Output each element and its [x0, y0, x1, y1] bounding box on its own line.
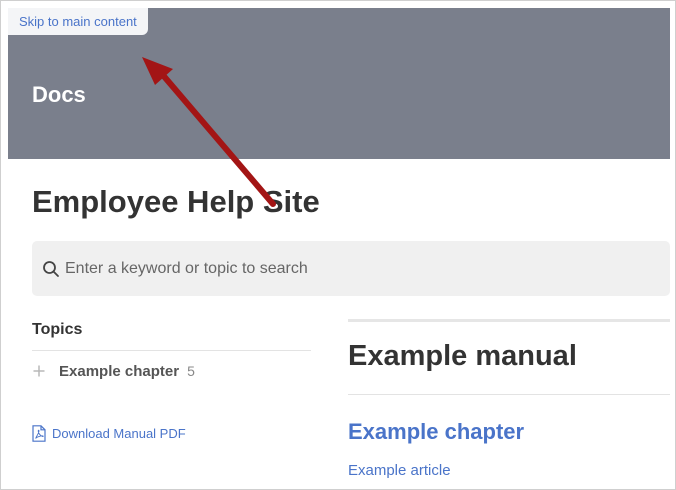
- content-top-divider: [348, 319, 670, 322]
- article-link[interactable]: Example article: [348, 462, 670, 479]
- topic-item-example-chapter[interactable]: Example chapter 5: [32, 351, 311, 391]
- plus-icon[interactable]: [32, 364, 46, 378]
- topic-label[interactable]: Example chapter: [59, 363, 179, 380]
- search-icon: [41, 259, 61, 279]
- search-input[interactable]: [65, 253, 625, 284]
- browser-viewport: Skip to main content Docs Employee Help …: [0, 0, 676, 490]
- skip-to-main-content-link[interactable]: Skip to main content: [8, 8, 148, 35]
- topic-count: 5: [187, 363, 195, 379]
- search-bar[interactable]: [32, 241, 670, 296]
- topics-heading: Topics: [32, 319, 311, 351]
- page-title: Employee Help Site: [32, 184, 320, 219]
- download-manual-pdf-link[interactable]: Download Manual PDF: [32, 425, 311, 442]
- topics-sidebar: Topics Example chapter 5 Download Manual…: [32, 319, 311, 442]
- docs-home-link[interactable]: Docs: [32, 82, 86, 108]
- content-divider: [348, 394, 670, 395]
- download-label[interactable]: Download Manual PDF: [52, 426, 186, 441]
- pdf-icon: [32, 425, 46, 442]
- manual-title: Example manual: [348, 340, 577, 372]
- chapter-link[interactable]: Example chapter: [348, 419, 670, 445]
- main-content: Example manual Example chapter Example a…: [348, 319, 670, 479]
